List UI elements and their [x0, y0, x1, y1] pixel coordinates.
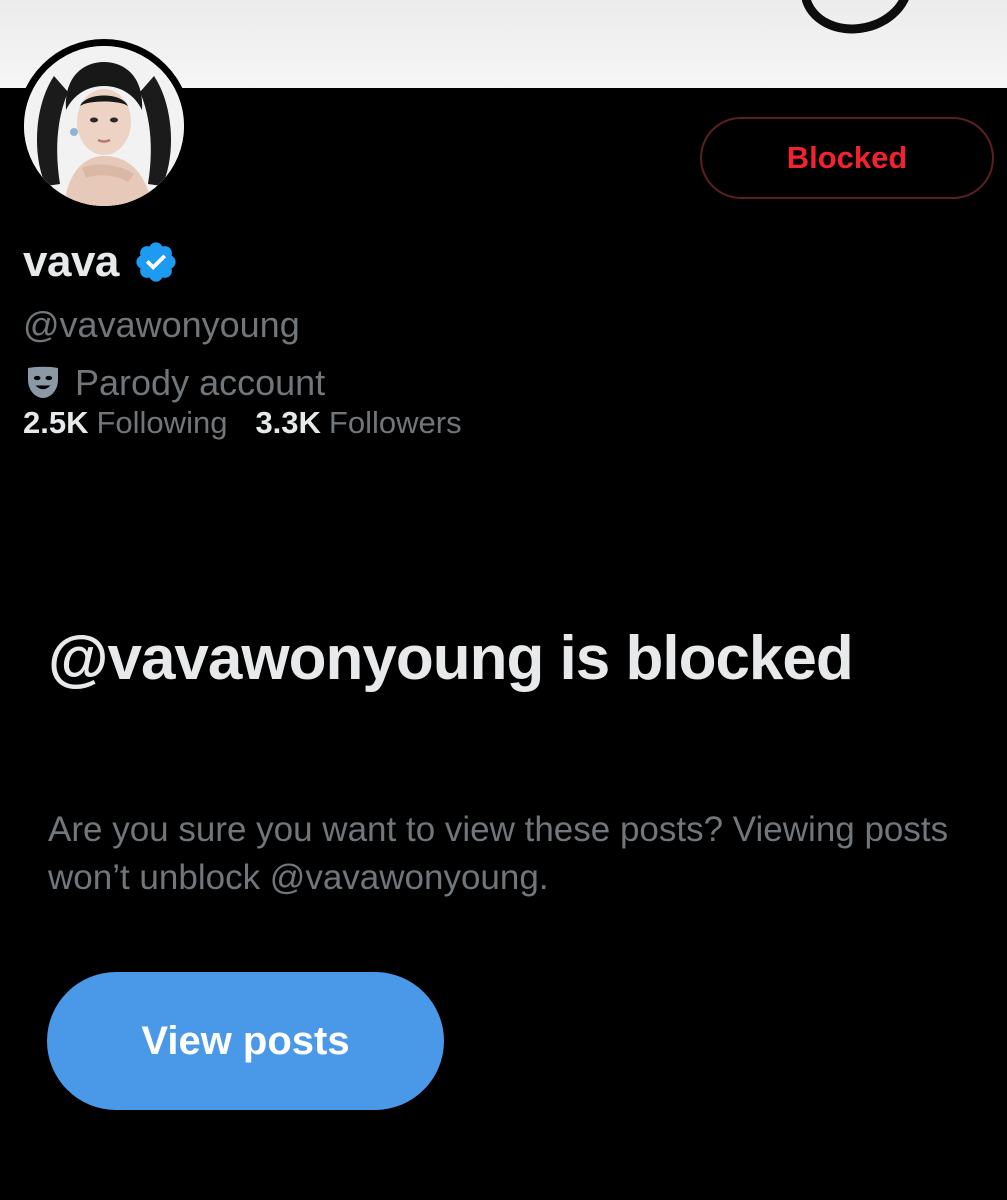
followers-count[interactable]: 3.3K: [255, 405, 320, 441]
following-label[interactable]: Following: [96, 405, 227, 441]
view-posts-button[interactable]: View posts: [47, 972, 444, 1110]
account-label: Parody account: [75, 362, 326, 403]
blocked-button[interactable]: Blocked: [700, 117, 994, 199]
blocked-notice-title: @vavawonyoung is blocked: [48, 624, 854, 693]
following-count[interactable]: 2.5K: [23, 405, 88, 441]
avatar-photo: [24, 46, 184, 206]
name-row: vava: [23, 234, 179, 290]
followers-label[interactable]: Followers: [329, 405, 462, 441]
parody-label-row: Parody account: [23, 362, 325, 404]
profile-page: Blocked vava @vavawonyoung Parody accoun…: [0, 0, 1007, 1200]
handle: @vavawonyoung: [23, 304, 300, 345]
blocked-notice-description: Are you sure you want to view these post…: [48, 810, 949, 897]
verified-badge-icon[interactable]: [133, 239, 179, 285]
banner-logo-fragment: [791, 0, 922, 44]
follow-stats: 2.5K Following 3.3K Followers: [23, 405, 462, 441]
display-name: vava: [23, 237, 119, 286]
theater-mask-icon: [23, 363, 63, 403]
avatar[interactable]: [17, 39, 191, 213]
